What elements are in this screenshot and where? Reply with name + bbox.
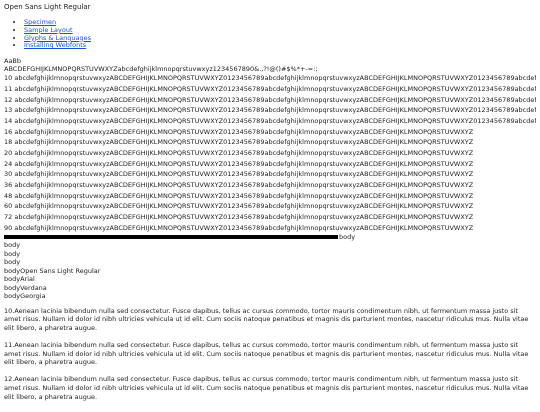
- nav-item-specimen: Specimen: [24, 18, 536, 27]
- body-sample-line: bodyArial: [4, 275, 35, 284]
- size-row: 30 abcdefghijklmnopqrstuvwxyzABCDEFGHIJK…: [4, 170, 474, 179]
- size-row: 20 abcdefghijklmnopqrstuvwxyzABCDEFGHIJK…: [4, 148, 474, 157]
- bar-label: body: [339, 232, 356, 241]
- size-row: 48 abcdefghijklmnopqrstuvwxyzABCDEFGHIJK…: [4, 191, 474, 200]
- paragraph-samples: 10.Aenean lacinia bibendum nulla sed con…: [4, 307, 536, 402]
- body-samples: body body body bodyOpen Sans Light Regul…: [4, 241, 536, 300]
- size-row: 24 abcdefghijklmnopqrstuvwxyzABCDEFGHIJK…: [4, 159, 474, 168]
- size-row: 12 abcdefghijklmnopqrstuvwxyzABCDEFGHIJK…: [4, 95, 536, 104]
- size-row: 18 abcdefghijklmnopqrstuvwxyzABCDEFGHIJK…: [4, 138, 474, 147]
- body-sample-line: bodyOpen Sans Light Regular: [4, 266, 101, 275]
- body-sample-line: bodyGeorgia: [4, 292, 46, 301]
- paragraph-sample: 11.Aenean lacinia bibendum nulla sed con…: [4, 340, 529, 367]
- page-title: Open Sans Light Regular: [4, 3, 91, 11]
- paragraph-sample: 12.Aenean lacinia bibendum nulla sed con…: [4, 375, 529, 401]
- specimen-page: Open Sans Light Regular Specimen Sample …: [0, 0, 540, 412]
- character-set: ABCDEFGHIJKLMNOPQRSTUVWXYZabcdefghijklmn…: [4, 65, 318, 73]
- body-sample-line: body: [4, 249, 21, 258]
- nav-link-sample-layout[interactable]: Sample Layout: [24, 26, 73, 34]
- size-row: 10 abcdefghijklmnopqrstuvwxyzABCDEFGHIJK…: [4, 74, 536, 83]
- size-waterfall: 10 abcdefghijklmnopqrstuvwxyzABCDEFGHIJK…: [4, 73, 536, 233]
- nav-link-specimen[interactable]: Specimen: [24, 18, 56, 26]
- nav-item-sample-layout: Sample Layout: [24, 26, 536, 35]
- size-row: 11 abcdefghijklmnopqrstuvwxyzABCDEFGHIJK…: [4, 84, 536, 93]
- nav-link-installing-webfonts[interactable]: Installing Webfonts: [24, 41, 86, 50]
- nav-item-installing-webfonts: Installing Webfonts: [24, 42, 536, 50]
- paragraph-sample: 10.Aenean lacinia bibendum nulla sed con…: [4, 306, 529, 333]
- black-bar: [4, 235, 338, 240]
- size-row: 90 abcdefghijklmnopqrstuvwxyzABCDEFGHIJK…: [4, 223, 474, 232]
- size-row: 60 abcdefghijklmnopqrstuvwxyzABCDEFGHIJK…: [4, 202, 474, 211]
- size-row: 72 abcdefghijklmnopqrstuvwxyzABCDEFGHIJK…: [4, 213, 474, 222]
- body-sample-line: body: [4, 258, 21, 267]
- size-row: 13 abcdefghijklmnopqrstuvwxyzABCDEFGHIJK…: [4, 106, 536, 115]
- size-row: 14 abcdefghijklmnopqrstuvwxyzABCDEFGHIJK…: [4, 116, 536, 125]
- nav-link-glyphs-languages[interactable]: Glyphs & Languages: [24, 34, 91, 42]
- specimen-nav: Specimen Sample Layout Glyphs & Language…: [4, 18, 536, 50]
- nav-item-glyphs-languages: Glyphs & Languages: [24, 34, 536, 43]
- body-bar-row: body: [4, 233, 536, 241]
- size-row: 16 abcdefghijklmnopqrstuvwxyzABCDEFGHIJK…: [4, 127, 474, 136]
- aabb-sample: AaBb: [4, 57, 22, 66]
- size-row: 36 abcdefghijklmnopqrstuvwxyzABCDEFGHIJK…: [4, 181, 474, 190]
- body-sample-line: bodyVerdana: [4, 283, 47, 292]
- body-sample-line: body: [4, 241, 21, 250]
